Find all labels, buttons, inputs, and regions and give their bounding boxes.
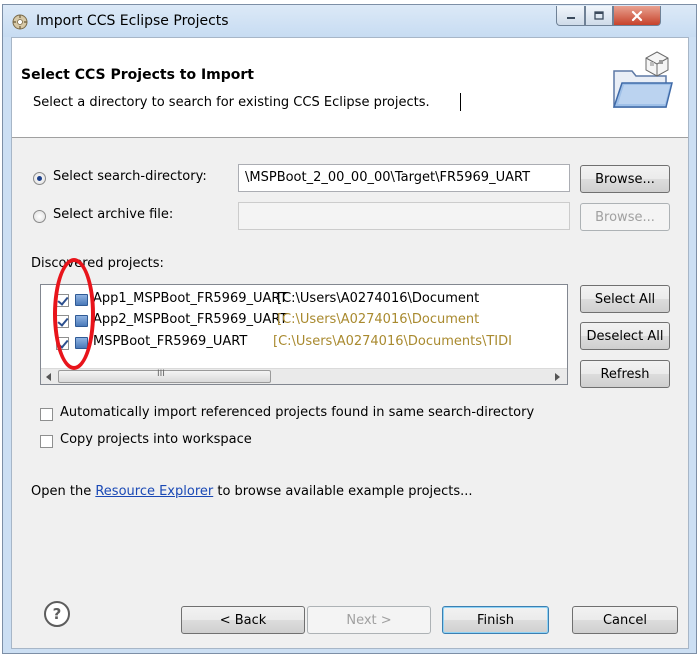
archive-file-label: Select archive file: <box>53 207 174 222</box>
resource-suffix: to browse available example projects... <box>217 484 473 499</box>
scroll-right-icon[interactable] <box>555 373 560 381</box>
dialog-window: Import CCS Eclipse Projects Select CCS P… <box>2 4 697 654</box>
scroll-left-icon[interactable] <box>46 373 51 381</box>
resource-explorer-line: Open the Resource Explorer to browse ava… <box>31 484 473 499</box>
browse-archive-button[interactable]: Browse... <box>580 203 670 231</box>
minimize-button[interactable] <box>556 6 585 26</box>
scrollbar-thumb[interactable]: III <box>58 369 271 383</box>
scrollbar-grip: III <box>157 369 165 379</box>
project-name: App1_MSPBoot_FR5969_UART <box>93 291 288 306</box>
project-list[interactable]: App1_MSPBoot_FR5969_UART [C:\Users\A0274… <box>40 284 568 385</box>
finish-button[interactable]: Finish <box>442 606 549 634</box>
search-directory-radio[interactable] <box>33 172 46 185</box>
close-button[interactable] <box>613 6 661 26</box>
project-path: [C:\Users\A0274016\Documents\TIDI <box>273 334 512 349</box>
dialog-client: Select CCS Projects to Import Select a d… <box>11 37 689 649</box>
cancel-button[interactable]: Cancel <box>572 606 678 634</box>
search-directory-label: Select search-directory: <box>53 169 207 184</box>
import-wizard-icon <box>612 51 673 108</box>
project-row[interactable]: App1_MSPBoot_FR5969_UART [C:\Users\A0274… <box>41 289 567 311</box>
text-cursor <box>460 93 461 111</box>
project-name: MSPBoot_FR5969_UART <box>93 334 248 349</box>
page-description: Select a directory to search for existin… <box>33 95 430 110</box>
help-icon[interactable]: ? <box>44 601 70 627</box>
refresh-button[interactable]: Refresh <box>580 360 670 388</box>
auto-import-checkbox[interactable] <box>40 408 53 421</box>
maximize-icon <box>594 10 604 20</box>
archive-file-field[interactable] <box>238 202 570 230</box>
app-icon <box>12 14 28 30</box>
horizontal-scrollbar[interactable]: III <box>41 368 567 384</box>
resource-explorer-link[interactable]: Resource Explorer <box>95 484 213 499</box>
next-button[interactable]: Next > <box>307 606 431 634</box>
minimize-icon <box>566 16 575 19</box>
wizard-header: Select CCS Projects to Import Select a d… <box>12 38 688 138</box>
copy-projects-checkbox[interactable] <box>40 435 53 448</box>
close-icon <box>631 10 643 21</box>
auto-import-label: Automatically import referenced projects… <box>60 405 535 420</box>
select-all-button[interactable]: Select All <box>580 285 670 313</box>
project-path: [C:\Users\A0274016\Document <box>277 291 480 306</box>
project-row[interactable]: App2_MSPBoot_FR5969_UART [C:\Users\A0274… <box>41 310 567 332</box>
resource-prefix: Open the <box>31 484 92 499</box>
browse-directory-button[interactable]: Browse... <box>580 165 670 193</box>
discovered-projects-label: Discovered projects: <box>31 256 164 271</box>
copy-projects-label: Copy projects into workspace <box>60 432 252 447</box>
window-title: Import CCS Eclipse Projects <box>36 13 229 29</box>
deselect-all-button[interactable]: Deselect All <box>580 322 670 350</box>
archive-file-radio[interactable] <box>33 210 46 223</box>
page-title: Select CCS Projects to Import <box>21 67 254 83</box>
title-bar[interactable]: Import CCS Eclipse Projects <box>3 5 696 37</box>
back-button[interactable]: < Back <box>181 606 305 634</box>
maximize-button[interactable] <box>585 6 613 26</box>
annotation-ellipse <box>53 258 95 370</box>
project-path: [C:\Users\A0274016\Document <box>277 312 480 327</box>
search-directory-field[interactable]: \MSPBoot_2_00_00_00\Target\FR5969_UART <box>238 164 570 192</box>
project-row[interactable]: MSPBoot_FR5969_UART [C:\Users\A0274016\D… <box>41 332 567 354</box>
project-name: App2_MSPBoot_FR5969_UART <box>93 312 288 327</box>
